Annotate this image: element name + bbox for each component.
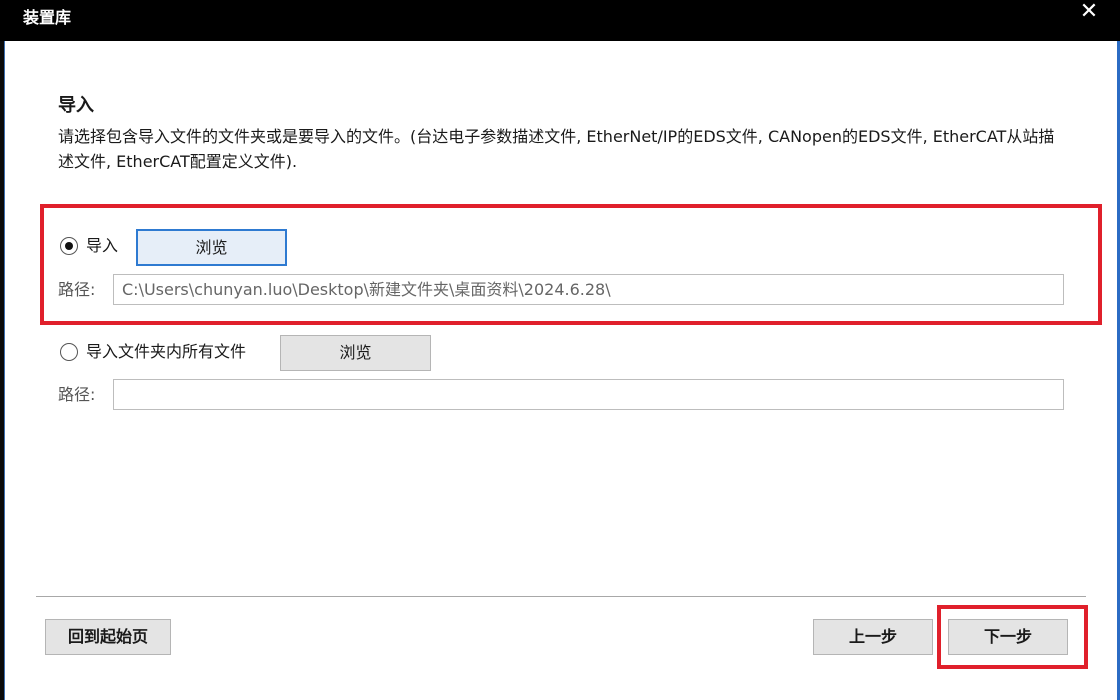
import-radio[interactable] [60, 237, 78, 255]
title-bar[interactable]: 装置库 ✕ [0, 0, 1120, 41]
import-folder-radio[interactable] [60, 343, 78, 361]
window-title: 装置库 [23, 8, 72, 27]
import-radio-label[interactable]: 导入 [86, 236, 118, 256]
import-folder-path-label: 路径: [58, 385, 96, 404]
left-window-edge [0, 41, 5, 700]
import-browse-button[interactable]: 浏览 [136, 229, 287, 266]
close-icon[interactable]: ✕ [1078, 1, 1100, 23]
import-folder-radio-label[interactable]: 导入文件夹内所有文件 [86, 342, 246, 362]
import-path-field[interactable]: C:\Users\chunyan.luo\Desktop\新建文件夹\桌面资料\… [113, 274, 1064, 305]
import-path-label: 路径: [58, 280, 96, 299]
footer-separator [36, 596, 1086, 597]
import-folder-browse-button[interactable]: 浏览 [280, 335, 431, 371]
section-description: 请选择包含导入文件的文件夹或是要导入的文件。(台达电子参数描述文件, Ether… [58, 127, 1055, 171]
import-folder-path-field[interactable] [113, 379, 1064, 410]
previous-step-button[interactable]: 上一步 [813, 619, 933, 655]
next-step-button[interactable]: 下一步 [948, 619, 1068, 655]
device-library-dialog: 装置库 ✕ 导入 请选择包含导入文件的文件夹或是要导入的文件。(台达电子参数描述… [0, 0, 1120, 700]
back-to-start-button[interactable]: 回到起始页 [45, 619, 171, 655]
radio-selected-dot [65, 242, 73, 250]
section-heading: 导入 [58, 95, 94, 116]
